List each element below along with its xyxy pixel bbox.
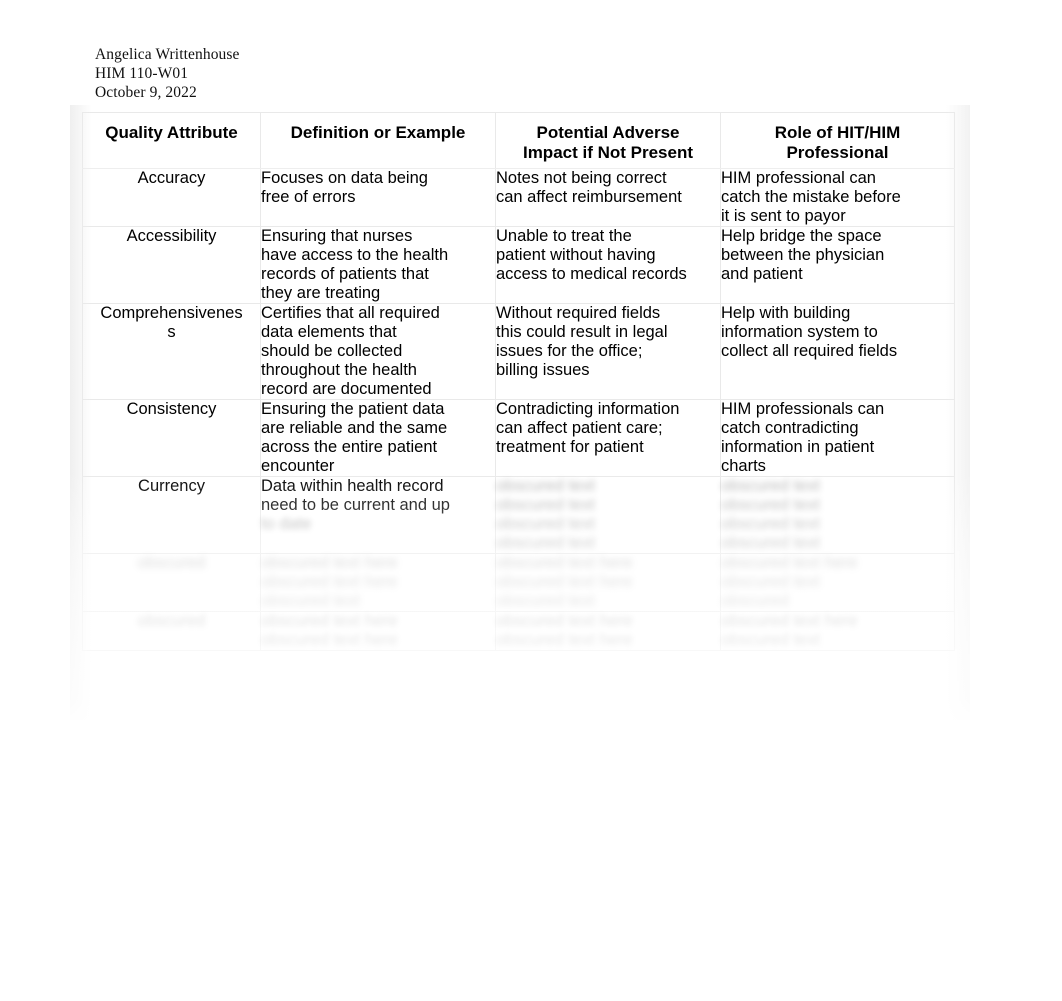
cell-impact: Without required fields this could resul… — [495, 303, 721, 400]
cell-role: HIM professionals can catch contradictin… — [720, 399, 955, 477]
cell-attribute: Consistency — [82, 399, 261, 477]
header-line: Impact if Not Present — [522, 142, 694, 162]
obscured-text: obscured — [721, 592, 789, 610]
cell-attribute: obscured — [82, 611, 261, 651]
cell-attribute: Accessibility — [82, 226, 261, 304]
table-row: obscured obscured text here obscured tex… — [82, 553, 955, 612]
cell-impact: obscured text here obscured text here — [495, 611, 721, 651]
cell-role: obscured text obscured text obscured tex… — [720, 476, 955, 554]
obscured-text: obscured text — [496, 477, 596, 495]
obscured-text: obscured text here — [496, 612, 633, 630]
header-line: Quality Attribute — [105, 123, 238, 142]
table-row: Consistency Ensuring the patient data ar… — [82, 399, 955, 477]
obscured-text: obscured text here — [261, 554, 398, 572]
obscured-text: obscured text here — [721, 612, 858, 630]
cell-attribute: Currency — [82, 476, 261, 554]
obscured-text: obscured text — [721, 496, 821, 514]
obscured-text: obscured — [137, 554, 206, 572]
table-header-row: Quality Attribute Definition or Example … — [82, 112, 955, 169]
obscured-text: obscured text — [496, 515, 596, 533]
obscured-text: obscured text here — [721, 554, 858, 572]
cell-impact: Unable to treat the patient without havi… — [495, 226, 721, 304]
header-line: Definition or Example — [290, 123, 466, 142]
obscured-text: obscured text — [721, 515, 821, 533]
header-line: Potential Adverse — [536, 123, 680, 142]
obscured-text: obscured text here — [496, 554, 633, 572]
cell-definition: Focuses on data being free of errors — [260, 168, 496, 227]
cell-impact: Notes not being correct can affect reimb… — [495, 168, 721, 227]
obscured-text: obscured text here — [496, 631, 633, 649]
cell-attribute: Comprehensivenes s — [82, 303, 261, 400]
cell-attribute: obscured — [82, 553, 261, 612]
cell-impact: obscured text here obscured text here ob… — [495, 553, 721, 612]
cell-definition: Ensuring the patient data are reliable a… — [260, 399, 496, 477]
obscured-text: obscured text — [496, 592, 596, 610]
obscured-text: obscured text here — [261, 612, 398, 630]
obscured-text: obscured text — [261, 592, 361, 610]
table-row: obscured obscured text here obscured tex… — [82, 611, 955, 651]
assignment-date: October 9, 2022 — [95, 84, 197, 101]
cell-impact: obscured text obscured text obscured tex… — [495, 476, 721, 554]
table-row: Accuracy Focuses on data being free of e… — [82, 168, 955, 227]
cell-definition: obscured text here obscured text here ob… — [260, 553, 496, 612]
document-heading-block: Angelica Writtenhouse HIM 110-W01 Octobe… — [95, 45, 240, 102]
quality-attribute-table: Quality Attribute Definition or Example … — [82, 112, 955, 651]
obscured-text: obscured text — [496, 534, 596, 552]
cell-definition: Ensuring that nurses have access to the … — [260, 226, 496, 304]
column-header-potential-adverse-impact: Potential Adverse Impact if Not Present — [495, 112, 721, 169]
table-body: Accuracy Focuses on data being free of e… — [82, 168, 955, 651]
cell-definition: Data within health record need to be cur… — [260, 476, 496, 554]
header-line: Role of HIT/HIM — [774, 123, 901, 142]
table-row: Accessibility Ensuring that nurses have … — [82, 226, 955, 304]
table-row: Currency Data within health record need … — [82, 476, 955, 554]
cell-role: Help with building information system to… — [720, 303, 955, 400]
obscured-text: obscured text — [721, 534, 821, 552]
cell-definition: obscured text here obscured text here — [260, 611, 496, 651]
column-header-definition-or-example: Definition or Example — [260, 112, 496, 169]
obscured-text: obscured text — [496, 496, 596, 514]
column-header-quality-attribute: Quality Attribute — [82, 112, 261, 169]
cell-impact: Contradicting information can affect pat… — [495, 399, 721, 477]
cell-role: HIM professional can catch the mistake b… — [720, 168, 955, 227]
column-header-role-of-hit-him-professional: Role of HIT/HIM Professional — [720, 112, 955, 169]
quality-attribute-table-container: Quality Attribute Definition or Example … — [82, 112, 955, 714]
author-name: Angelica Writtenhouse — [95, 46, 240, 63]
obscured-text: obscured text here — [496, 573, 633, 591]
obscured-text: to date — [261, 515, 312, 533]
table-row: Comprehensivenes s Certifies that all re… — [82, 303, 955, 400]
obscured-text: obscured text — [721, 477, 821, 495]
document-page: Angelica Writtenhouse HIM 110-W01 Octobe… — [0, 0, 1062, 1001]
obscured-text: obscured text — [721, 631, 821, 649]
obscured-text: obscured text here — [261, 631, 398, 649]
obscured-text: obscured text — [721, 573, 821, 591]
obscured-text: obscured — [137, 612, 206, 630]
cell-definition: Certifies that all required data element… — [260, 303, 496, 400]
cell-role: Help bridge the space between the physic… — [720, 226, 955, 304]
table-header: Quality Attribute Definition or Example … — [82, 112, 955, 169]
cell-role: obscured text here obscured text — [720, 611, 955, 651]
header-line: Professional — [786, 142, 889, 162]
cell-role: obscured text here obscured text obscure… — [720, 553, 955, 612]
course-code: HIM 110-W01 — [95, 65, 189, 82]
cell-attribute: Accuracy — [82, 168, 261, 227]
obscured-text: obscured text here — [261, 573, 398, 591]
